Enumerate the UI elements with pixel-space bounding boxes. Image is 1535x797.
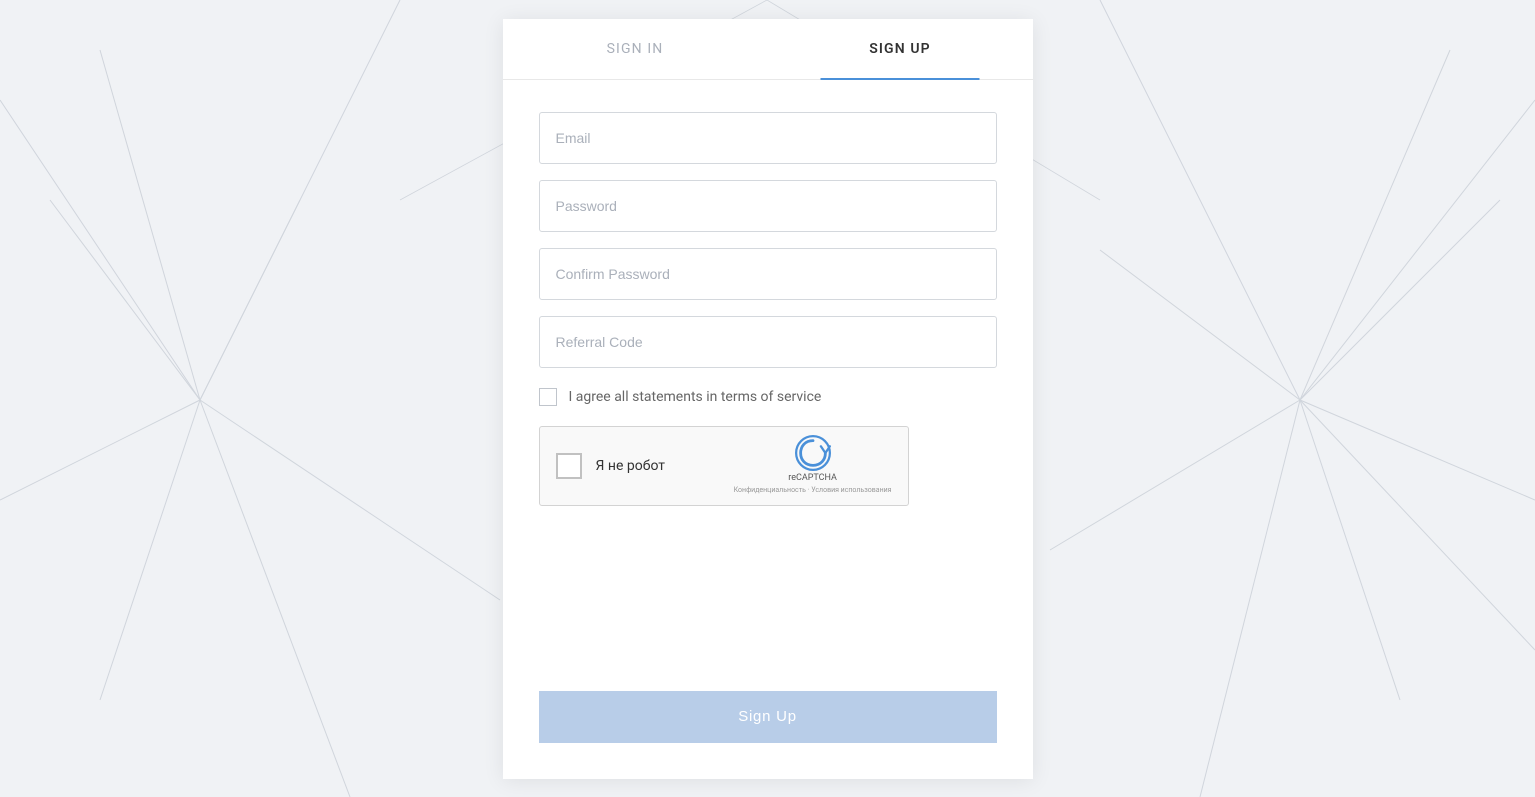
recaptcha-widget[interactable]: Я не робот reCAPTCHA Конфиденциальность … xyxy=(539,426,909,506)
recaptcha-brand-text: reCAPTCHA xyxy=(788,473,837,485)
terms-label: I agree all statements in terms of servi… xyxy=(569,389,822,405)
confirm-password-field[interactable] xyxy=(539,248,997,300)
signup-form: I agree all statements in terms of servi… xyxy=(503,80,1033,779)
auth-card: SIGN IN SIGN UP I agree all statements i… xyxy=(503,19,1033,779)
signup-button[interactable]: Sign Up xyxy=(539,691,997,743)
auth-tabs: SIGN IN SIGN UP xyxy=(503,19,1033,80)
recaptcha-logo-icon xyxy=(795,435,831,471)
tab-signin[interactable]: SIGN IN xyxy=(503,19,768,79)
recaptcha-badge: reCAPTCHA Конфиденциальность · Условия и… xyxy=(734,435,892,496)
email-field[interactable] xyxy=(539,112,997,164)
tab-signup[interactable]: SIGN UP xyxy=(768,19,1033,79)
password-field[interactable] xyxy=(539,180,997,232)
terms-row: I agree all statements in terms of servi… xyxy=(539,388,997,406)
recaptcha-subtext: Конфиденциальность · Условия использован… xyxy=(734,486,892,496)
referral-code-field[interactable] xyxy=(539,316,997,368)
terms-checkbox[interactable] xyxy=(539,388,557,406)
form-spacer xyxy=(539,522,997,667)
recaptcha-label: Я не робот xyxy=(596,458,720,474)
recaptcha-checkbox[interactable] xyxy=(556,453,582,479)
